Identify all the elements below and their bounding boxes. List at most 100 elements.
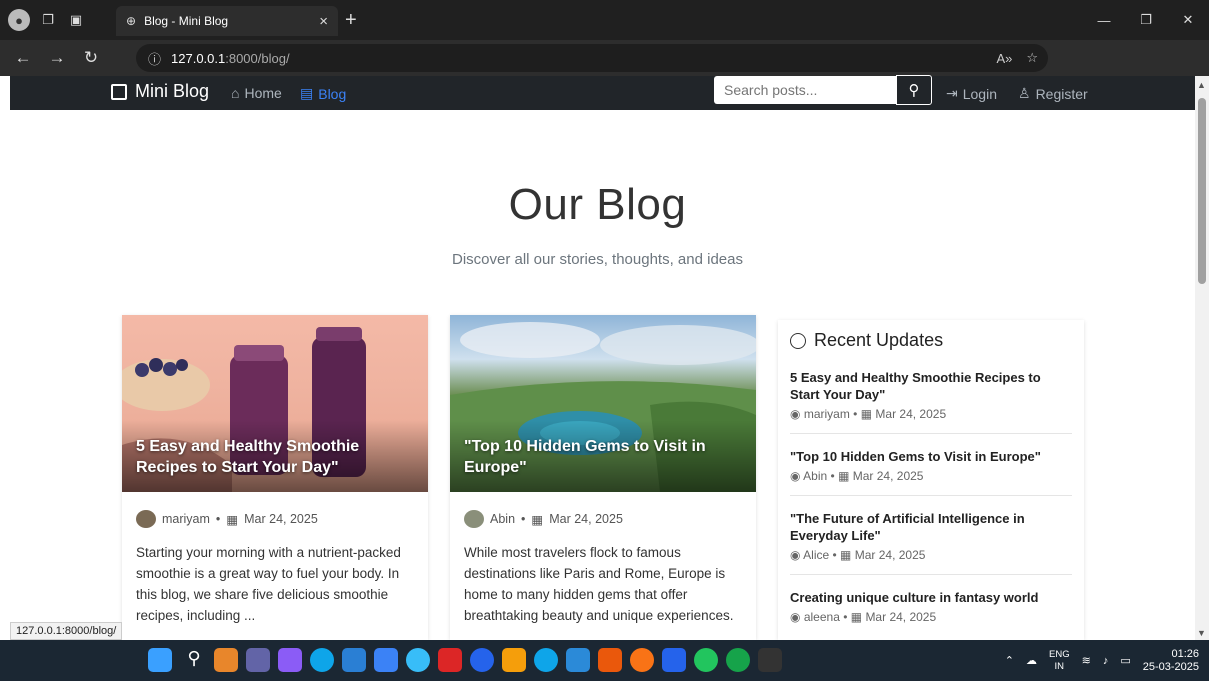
search-taskbar-icon[interactable]: ⚲ [182, 648, 206, 672]
nav-register-label: Register [1035, 85, 1088, 102]
scrollbar-thumb[interactable] [1198, 98, 1206, 284]
zoom-icon[interactable] [470, 648, 494, 672]
calendar-icon: ▦ [226, 512, 239, 527]
update-meta: ◉ mariyam • ▦ Mar 24, 2025 [790, 407, 947, 421]
person-icon: ◉ [790, 548, 801, 562]
recent-update-item[interactable]: 5 Easy and Healthy Smoothie Recipes to S… [790, 369, 1072, 434]
tab-actions-icon[interactable]: ▣ [66, 10, 86, 30]
nav-link-login[interactable]: ⇥ Login [946, 85, 997, 102]
post-card[interactable]: "Top 10 Hidden Gems to Visit in Europe" … [450, 315, 756, 640]
recent-update-item[interactable]: "Top 10 Hidden Gems to Visit in Europe" … [790, 448, 1072, 496]
person-icon: ◉ [790, 610, 801, 624]
update-title[interactable]: "The Future of Artificial Intelligence i… [790, 510, 1072, 544]
start-icon[interactable] [148, 648, 172, 672]
post-card[interactable]: 5 Easy and Healthy Smoothie Recipes to S… [122, 315, 428, 640]
refresh-icon[interactable]: ↻ [80, 48, 102, 68]
document-icon: ▤ [300, 85, 314, 101]
update-title[interactable]: 5 Easy and Healthy Smoothie Recipes to S… [790, 369, 1072, 403]
sublime-icon[interactable] [598, 648, 622, 672]
dot-separator: • [521, 512, 526, 526]
clock-icon [790, 332, 806, 349]
close-window-icon[interactable]: ✕ [1167, 12, 1209, 28]
status-bar-url: 127.0.0.1:8000/blog/ [10, 622, 123, 640]
search-form: ⚲ [714, 75, 932, 108]
file-explorer-icon[interactable] [502, 648, 526, 672]
calendar-icon: ▦ [838, 469, 850, 483]
nav-link-register[interactable]: ♙ Register [1018, 85, 1088, 102]
calendar-icon: ▦ [840, 548, 852, 562]
scroll-up-icon[interactable]: ▲ [1197, 80, 1206, 90]
battery-icon[interactable]: ▭ [1120, 654, 1130, 667]
recent-updates-title: Recent Updates [814, 330, 944, 350]
page-scrollbar[interactable]: ▲ ▼ [1195, 76, 1209, 640]
post-author: Abin [490, 512, 516, 526]
post-image-smoothie[interactable]: 5 Easy and Healthy Smoothie Recipes to S… [122, 315, 428, 492]
chevron-up-icon[interactable]: ⌃ [1005, 654, 1014, 667]
vscode-icon[interactable] [566, 648, 590, 672]
lang-region: IN [1054, 660, 1065, 672]
store-icon[interactable] [374, 648, 398, 672]
cloud-icon[interactable]: ☁ [1026, 654, 1037, 667]
language-indicator[interactable]: ENG IN [1049, 649, 1070, 673]
chrome-profile-icon[interactable] [694, 648, 718, 672]
whatsapp-icon[interactable] [726, 648, 750, 672]
restore-icon[interactable]: ❐ [1125, 12, 1167, 28]
chrome-icon[interactable] [630, 648, 654, 672]
info-icon[interactable]: ⓘ [148, 49, 161, 68]
wifi-icon[interactable]: ≋ [1082, 654, 1091, 667]
update-author: Alice [803, 548, 830, 562]
app-icon[interactable] [278, 648, 302, 672]
nav-link-home[interactable]: ⌂ Home [231, 85, 282, 101]
mcafee-icon[interactable] [438, 648, 462, 672]
post-date: Mar 24, 2025 [549, 512, 623, 526]
lang-code: ENG [1049, 648, 1070, 660]
post-date: Mar 24, 2025 [244, 512, 318, 526]
recent-update-item[interactable]: Creating unique culture in fantasy world… [790, 589, 1072, 636]
search-button[interactable]: ⚲ [896, 75, 932, 105]
brand-logo[interactable]: Mini Blog [111, 81, 209, 102]
favorite-star-icon[interactable]: ☆ [1026, 50, 1038, 66]
recent-update-item[interactable]: "The Future of Artificial Intelligence i… [790, 510, 1072, 575]
address-bar-row: ← → ↻ ⓘ 127.0.0.1:8000/blog/ A» ☆ ✧ ☰ ··… [0, 40, 1209, 108]
help-icon[interactable] [406, 648, 430, 672]
post-image-europe[interactable]: "Top 10 Hidden Gems to Visit in Europe" [450, 315, 756, 492]
globe-icon: ⊕ [126, 14, 137, 28]
calendar-icon: ▦ [860, 407, 873, 421]
scroll-down-icon[interactable]: ▼ [1197, 628, 1206, 638]
nav-login-label: Login [962, 85, 997, 102]
back-icon[interactable]: ← [12, 48, 34, 68]
url-input[interactable]: ⓘ 127.0.0.1:8000/blog/ A» ☆ [136, 44, 1048, 72]
update-title[interactable]: Creating unique culture in fantasy world [790, 589, 1072, 606]
tab-blog[interactable]: ⊕ Blog - Mini Blog × [116, 6, 338, 36]
read-aloud-icon[interactable]: A» [996, 51, 1012, 66]
telegram-icon[interactable] [534, 648, 558, 672]
widgets-icon[interactable] [214, 648, 238, 672]
clock-time: 01:26 [1171, 647, 1199, 660]
post-meta: mariyam • ▦ Mar 24, 2025 [136, 510, 414, 528]
person-plus-icon: ♙ [1018, 85, 1031, 101]
update-date: Mar 24, 2025 [852, 469, 924, 483]
word-icon[interactable] [662, 648, 686, 672]
minimize-icon[interactable]: — [1083, 13, 1125, 28]
workspaces-icon[interactable]: ❐ [38, 10, 58, 30]
update-title[interactable]: "Top 10 Hidden Gems to Visit in Europe" [790, 448, 1072, 465]
profile-avatar-icon[interactable]: ● [8, 9, 30, 31]
close-tab-icon[interactable]: × [319, 13, 328, 30]
forward-icon[interactable]: → [46, 48, 68, 68]
mysql-icon[interactable] [342, 648, 366, 672]
url-path: :8000/blog/ [225, 50, 290, 66]
clock[interactable]: 01:26 25-03-2025 [1143, 648, 1199, 674]
post-title[interactable]: "Top 10 Hidden Gems to Visit in Europe" [464, 436, 742, 478]
nav-home-label: Home [244, 85, 282, 101]
terminal-icon[interactable] [758, 648, 782, 672]
nav-blog-label: Blog [318, 85, 347, 102]
search-input[interactable] [714, 76, 896, 104]
edge-icon[interactable] [310, 648, 334, 672]
clock-date: 25-03-2025 [1142, 660, 1199, 673]
new-tab-icon[interactable]: + [345, 9, 357, 32]
teams-icon[interactable] [246, 648, 270, 672]
post-author: mariyam [162, 512, 210, 526]
nav-link-blog[interactable]: ▤ Blog [300, 85, 346, 102]
volume-icon[interactable]: ♪ [1103, 655, 1109, 667]
post-title[interactable]: 5 Easy and Healthy Smoothie Recipes to S… [136, 436, 414, 478]
